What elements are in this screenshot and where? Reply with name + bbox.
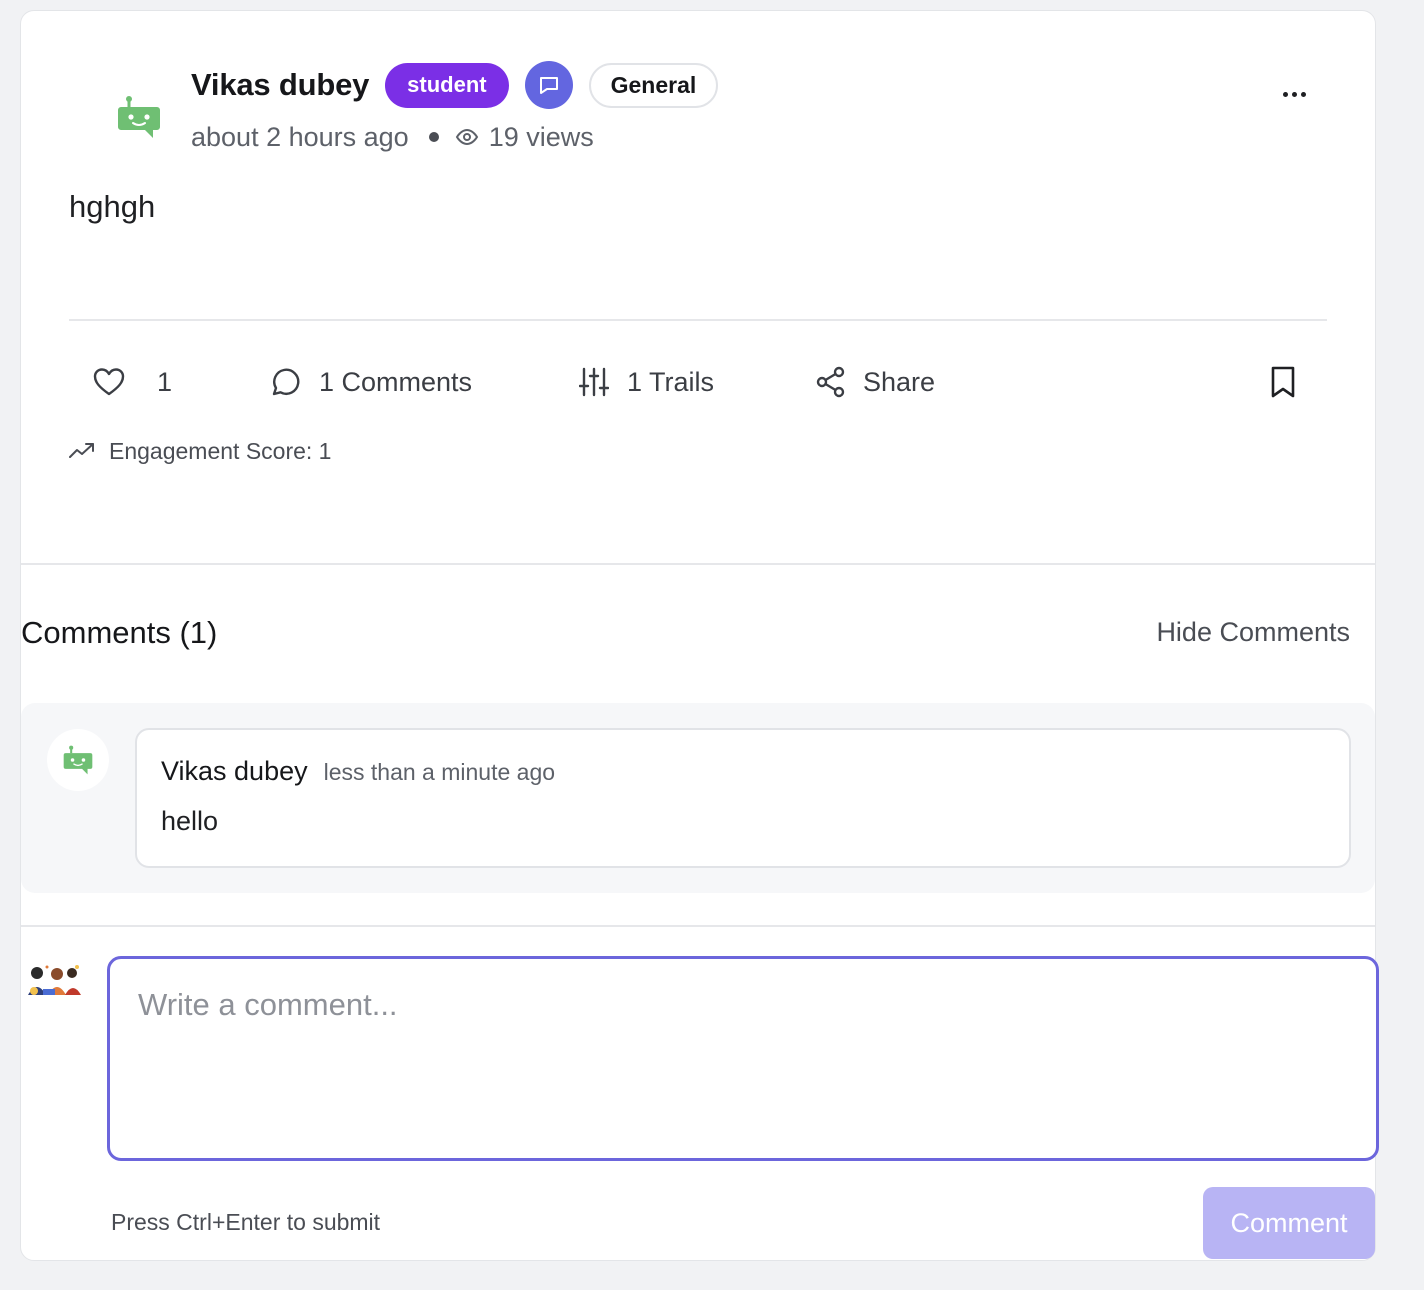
bot-avatar-icon (63, 745, 93, 775)
role-badge: student (385, 62, 509, 108)
share-button[interactable]: Share (815, 359, 935, 405)
author-name[interactable]: Vikas dubey (191, 67, 369, 103)
comment-author[interactable]: Vikas dubey (161, 756, 308, 787)
divider (21, 925, 1375, 927)
hide-comments-button[interactable]: Hide Comments (1156, 617, 1350, 648)
divider (21, 563, 1375, 565)
bookmark-icon (1271, 366, 1295, 398)
comments-count: 1 Comments (319, 366, 473, 397)
bot-avatar-icon (118, 96, 160, 138)
author-avatar[interactable] (97, 75, 181, 159)
post-time: about 2 hours ago (191, 121, 409, 152)
comment-input[interactable] (107, 956, 1379, 1161)
people-illustration-icon (28, 965, 81, 995)
message-square-icon (539, 77, 558, 94)
comments-list: Vikas dubey less than a minute ago hello (21, 703, 1375, 893)
more-options-button[interactable] (1271, 77, 1317, 111)
more-horizontal-icon (1282, 91, 1288, 97)
like-button[interactable]: 1 (93, 359, 172, 405)
separator-dot (428, 132, 439, 142)
trending-up-icon (69, 443, 94, 458)
heart-icon (93, 368, 125, 396)
message-circle-icon (272, 368, 300, 396)
comment-time: less than a minute ago (323, 759, 556, 785)
divider (69, 319, 1327, 321)
comment-text: hello (161, 806, 219, 836)
trails-button[interactable]: 1 Trails (579, 359, 714, 405)
more-dot (1300, 91, 1306, 97)
submit-hint: Press Ctrl+Enter to submit (111, 1209, 381, 1235)
comments-heading: Comments (1) (21, 615, 218, 650)
share-icon (816, 366, 845, 398)
sliders-icon (579, 367, 609, 397)
share-label: Share (863, 366, 936, 397)
bookmark-button[interactable] (1269, 359, 1297, 405)
comment-header: Vikas dubey less than a minute ago (161, 756, 555, 787)
view-count: 19 views (488, 121, 594, 152)
category-badge[interactable]: General (588, 62, 719, 108)
engagement-label: Engagement Score: 1 (109, 437, 332, 464)
engagement-score: Engagement Score: 1 (69, 435, 331, 467)
like-count: 1 (157, 366, 173, 397)
comment-submit-button[interactable]: Comment (1203, 1187, 1375, 1259)
current-user-avatar (25, 961, 85, 1001)
commenter-avatar[interactable] (47, 729, 109, 791)
post-actions: 1 1 Comments 1 Trails Share (69, 359, 1327, 405)
post-meta: about 2 hours ago 19 views (191, 119, 594, 155)
comment-item: Vikas dubey less than a minute ago hello (135, 728, 1351, 868)
discussion-type-badge (524, 61, 573, 109)
author-row: Vikas dubey student General (191, 61, 719, 109)
comments-button[interactable]: 1 Comments (269, 359, 472, 405)
eye-icon (455, 125, 479, 149)
post-card: Vikas dubey student General about 2 hour… (20, 10, 1379, 1261)
more-dot (1291, 91, 1297, 97)
post-content: hghgh (69, 189, 156, 224)
trails-count: 1 Trails (627, 366, 715, 397)
